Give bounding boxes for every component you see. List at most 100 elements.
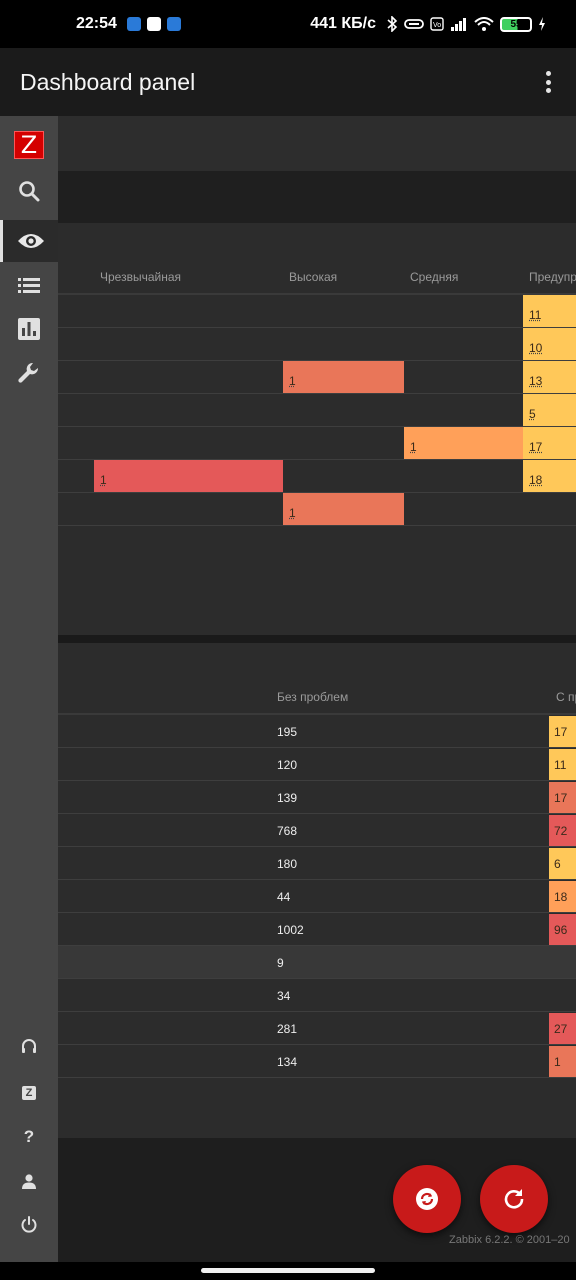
- dashboard-toolbar-band: [58, 171, 576, 223]
- headset-icon: [22, 1039, 36, 1053]
- battery-icon: 55: [500, 16, 532, 32]
- column-header-disaster: Чрезвычайная: [100, 270, 182, 284]
- problem-count-cell[interactable]: 1: [549, 1046, 576, 1077]
- home-gesture-bar[interactable]: [201, 1268, 375, 1273]
- ok-count: 180: [277, 857, 298, 871]
- severity-cell-warning[interactable]: 11: [523, 295, 576, 327]
- sidebar: Z Z ?: [0, 116, 58, 1262]
- severity-cell-warning[interactable]: 10: [523, 328, 576, 360]
- auto-refresh-button[interactable]: [393, 1165, 461, 1233]
- severity-cell-high[interactable]: 1: [283, 493, 404, 525]
- link-icon: [404, 19, 424, 29]
- ok-count: 9: [277, 956, 284, 970]
- eye-icon: [17, 234, 44, 248]
- ok-count: 281: [277, 1022, 298, 1036]
- severity-cell-warning[interactable]: 18: [523, 460, 576, 492]
- sidebar-item-sign-out[interactable]: [0, 1204, 58, 1246]
- ok-count: 120: [277, 758, 298, 772]
- sidebar-item-user-settings[interactable]: [0, 1160, 58, 1202]
- sidebar-item-monitoring[interactable]: [0, 220, 58, 262]
- table-row[interactable]: 9: [58, 946, 576, 979]
- zabbix-logo: Z: [14, 131, 44, 159]
- dashboard-header-band: [58, 116, 576, 171]
- sync-icon: [416, 1188, 438, 1210]
- page-title: Dashboard panel: [20, 68, 196, 95]
- refresh-icon: [504, 1189, 524, 1209]
- table-row[interactable]: 281 27: [58, 1012, 576, 1045]
- severity-cell-high[interactable]: 1: [283, 361, 404, 393]
- column-header-without-problems: Без проблем: [277, 690, 349, 704]
- charging-icon: [539, 17, 545, 31]
- severity-cell-warning[interactable]: 5: [523, 394, 576, 426]
- table-header-divider: [58, 293, 576, 295]
- table-row[interactable]: 34: [58, 979, 576, 1012]
- dashboard-content: Чрезвычайная Высокая Средняя Предупр 11 …: [58, 116, 576, 1262]
- severity-cell-warning[interactable]: 13: [523, 361, 576, 393]
- row-divider: [58, 327, 576, 328]
- refresh-button[interactable]: [480, 1165, 548, 1233]
- help-icon: ?: [23, 1127, 35, 1146]
- problem-count-cell[interactable]: 27: [549, 1013, 576, 1044]
- signal-icon: [451, 18, 466, 31]
- notification-app-icon: [126, 17, 141, 31]
- problem-count-cell[interactable]: 6: [549, 848, 576, 879]
- status-bar: 22:54 441 КБ/с Vo 55: [0, 0, 576, 48]
- table-row[interactable]: 195 17: [58, 715, 576, 748]
- severity-cell-disaster[interactable]: 1: [94, 460, 283, 492]
- sidebar-item-share[interactable]: Z: [0, 1072, 58, 1114]
- problem-count-cell[interactable]: 96: [549, 914, 576, 945]
- problem-count-cell[interactable]: 72: [549, 815, 576, 846]
- app-bar: Dashboard panel: [0, 48, 576, 116]
- table-row[interactable]: 44 18: [58, 880, 576, 913]
- volte-icon: Vo: [430, 17, 444, 31]
- wifi-icon: [474, 17, 494, 31]
- user-icon: [22, 1174, 36, 1189]
- ok-count: 195: [277, 725, 298, 739]
- notification-app-icon: [166, 17, 181, 31]
- ok-count: 44: [277, 890, 291, 904]
- sidebar-item-configuration[interactable]: [0, 353, 58, 395]
- status-bar-left: 22:54: [76, 15, 181, 33]
- sidebar-item-help[interactable]: ?: [0, 1116, 58, 1158]
- problem-count-cell[interactable]: 11: [549, 749, 576, 780]
- status-bar-right: 441 КБ/с Vo 55: [310, 15, 546, 33]
- severity-cell-average[interactable]: 1: [404, 427, 523, 459]
- problems-by-severity-widget: Чрезвычайная Высокая Средняя Предупр 11 …: [58, 223, 576, 635]
- sidebar-item-home[interactable]: Z: [0, 124, 58, 166]
- sidebar-item-inventory[interactable]: [0, 264, 58, 306]
- ok-count: 34: [277, 989, 291, 1003]
- widget-separator: [58, 635, 576, 643]
- table-row[interactable]: 768 72: [58, 814, 576, 847]
- column-header-with-problems: С пр: [556, 690, 576, 704]
- problem-count-cell[interactable]: 17: [549, 782, 576, 813]
- bluetooth-icon: [387, 16, 398, 32]
- sidebar-item-search[interactable]: [0, 170, 58, 212]
- sidebar-item-support[interactable]: [0, 1026, 58, 1068]
- more-vertical-icon[interactable]: [538, 68, 558, 96]
- status-time: 22:54: [76, 15, 117, 32]
- list-icon: [18, 278, 40, 293]
- ok-count: 139: [277, 791, 298, 805]
- severity-cell-warning[interactable]: 17: [523, 427, 576, 459]
- table-row[interactable]: 1002 96: [58, 913, 576, 946]
- system-nav-bar: [0, 1262, 576, 1280]
- sidebar-item-reports[interactable]: [0, 308, 58, 350]
- wrench-icon: [18, 362, 39, 383]
- zabbix-share-icon: Z: [22, 1086, 36, 1100]
- battery-level: 55: [510, 18, 522, 30]
- power-icon: [21, 1216, 37, 1233]
- problem-count-cell[interactable]: 17: [549, 716, 576, 747]
- search-icon: [19, 181, 40, 202]
- ok-count: 768: [277, 824, 298, 838]
- problem-count-cell[interactable]: 18: [549, 881, 576, 912]
- row-divider: [58, 393, 576, 394]
- table-row[interactable]: 134 1: [58, 1045, 576, 1078]
- table-row[interactable]: 139 17: [58, 781, 576, 814]
- table-row[interactable]: 120 11: [58, 748, 576, 781]
- table-row[interactable]: 180 6: [58, 847, 576, 880]
- ok-count: 1002: [277, 923, 304, 937]
- column-header-average: Средняя: [410, 270, 459, 284]
- column-header-high: Высокая: [289, 270, 338, 284]
- ok-count: 134: [277, 1055, 298, 1069]
- column-header-warning: Предупр: [529, 270, 576, 284]
